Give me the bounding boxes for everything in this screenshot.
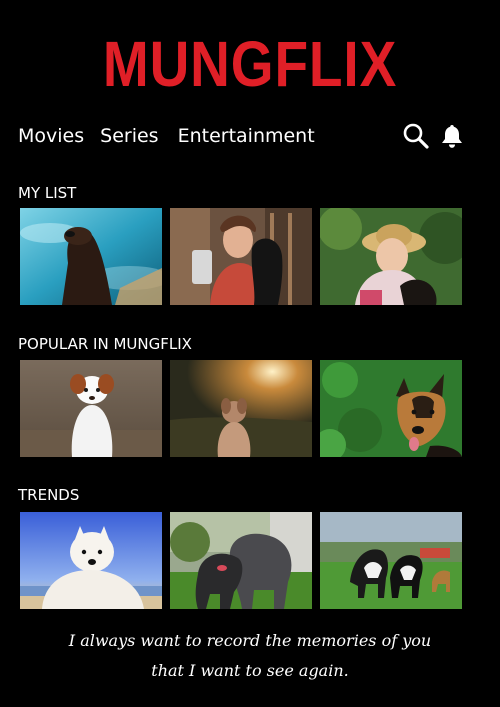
thumbnail-german-shepherd[interactable] [320, 360, 462, 457]
thumbnail-dog-at-sunset[interactable] [170, 360, 312, 457]
app-logo[interactable]: MUNGFLIX [35, 26, 465, 102]
nav-item-series[interactable]: Series [100, 125, 158, 147]
popular-row [20, 360, 462, 457]
main-nav: Movies Series Entertainment [18, 122, 331, 150]
thumbnail-two-dogs-playing[interactable] [170, 512, 312, 609]
thumbnail-dog-in-water[interactable] [20, 208, 162, 305]
nav-item-entertainment[interactable]: Entertainment [178, 125, 315, 147]
my-list-row [20, 208, 462, 305]
thumbnail-woman-with-dog-selfie[interactable] [170, 208, 312, 305]
bell-icon[interactable] [438, 122, 466, 150]
thumbnail-border-collie-puppy[interactable] [20, 360, 162, 457]
section-title-popular: POPULAR IN MUNGFLIX [18, 335, 192, 353]
thumbnail-dogs-running-on-grass[interactable] [320, 512, 462, 609]
trends-row [20, 512, 462, 609]
thumbnail-white-samoyed-at-beach[interactable] [20, 512, 162, 609]
thumbnail-grandmother-with-dog[interactable] [320, 208, 462, 305]
quote-line-1: I always want to record the memories of … [68, 631, 432, 650]
section-title-trends: TRENDS [18, 486, 80, 504]
quote-line-2: that I want to see again. [151, 661, 349, 680]
search-icon[interactable] [402, 122, 430, 150]
nav-item-movies[interactable]: Movies [18, 125, 84, 147]
footer-quote: I always want to record the memories of … [0, 626, 500, 686]
section-title-my-list: MY LIST [18, 184, 77, 202]
